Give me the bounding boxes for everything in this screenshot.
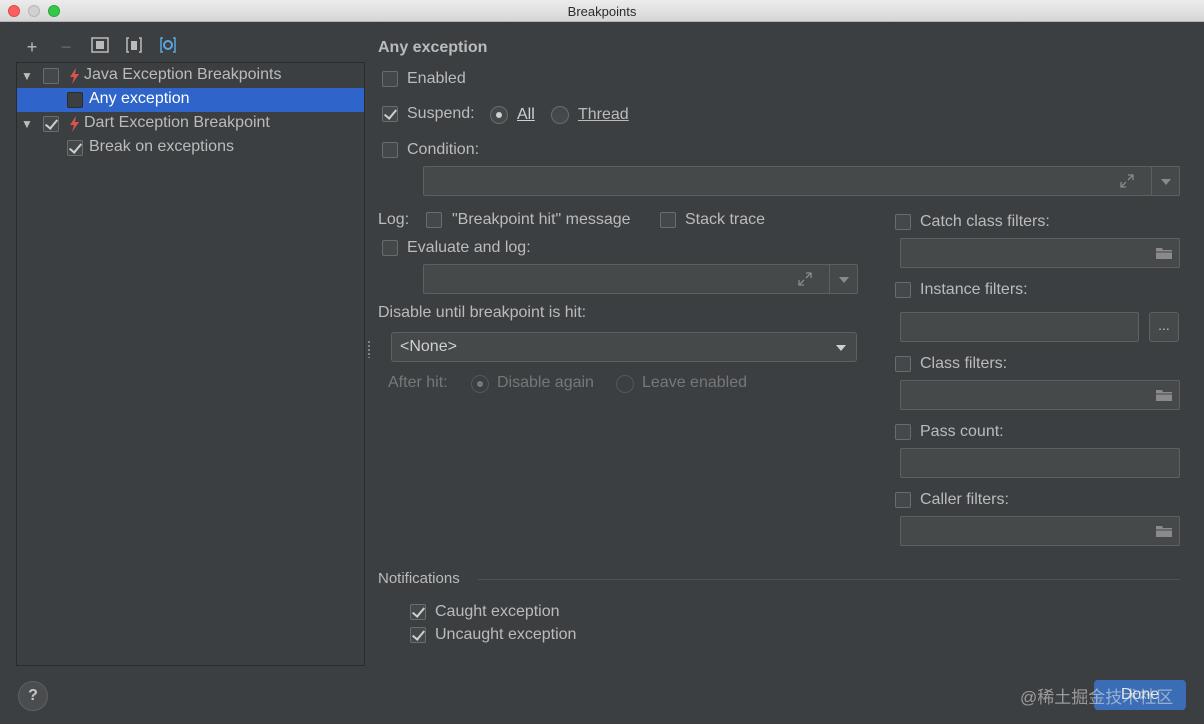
instance-filters-browse-button[interactable]: ...: [1149, 312, 1179, 342]
condition-field[interactable]: [423, 166, 1180, 196]
condition-checkbox[interactable]: [382, 142, 398, 158]
tree-item-break-on-exceptions[interactable]: Break on exceptions: [17, 136, 364, 160]
log-label: Log:: [378, 211, 410, 228]
expand-arrow-icon[interactable]: ▼: [21, 69, 33, 83]
enabled-label: Enabled: [407, 70, 466, 87]
caller-filters-label: Caller filters:: [920, 491, 1009, 508]
stack-trace-checkbox[interactable]: [660, 212, 676, 228]
instance-filters-checkbox[interactable]: [895, 282, 911, 298]
tree-item-any-exception[interactable]: Any exception: [17, 88, 364, 112]
log-message-checkbox[interactable]: [426, 212, 442, 228]
pass-count-field[interactable]: [900, 448, 1180, 478]
add-breakpoint-button[interactable]: +: [21, 36, 43, 58]
evaluate-history-dropdown[interactable]: [829, 265, 857, 293]
tree-item-label: Dart Exception Breakpoint: [84, 114, 270, 131]
breakpoints-tree[interactable]: ▼ Java Exception Breakpoints Any excepti…: [16, 62, 365, 666]
class-filters-field[interactable]: [900, 380, 1180, 410]
expand-arrow-icon[interactable]: ▼: [21, 117, 33, 131]
pass-count-checkbox[interactable]: [895, 424, 911, 440]
watermark: @稀土掘金技术社区: [1020, 688, 1174, 707]
condition-history-dropdown[interactable]: [1151, 167, 1179, 195]
expand-editor-icon[interactable]: [797, 271, 813, 287]
disable-again-radio[interactable]: [471, 375, 489, 393]
condition-label: Condition:: [407, 141, 480, 158]
group-by-class-icon[interactable]: [123, 36, 145, 58]
log-message-label: "Breakpoint hit" message: [452, 211, 631, 228]
lightning-icon: [70, 68, 79, 84]
expand-editor-icon[interactable]: [1119, 173, 1135, 189]
dart-group-checkbox[interactable]: [43, 116, 59, 132]
instance-filters-label: Instance filters:: [920, 281, 1028, 298]
any-exception-checkbox[interactable]: [67, 92, 83, 108]
folder-icon[interactable]: [1155, 524, 1173, 538]
java-group-checkbox[interactable]: [43, 68, 59, 84]
uncaught-exception-label: Uncaught exception: [435, 626, 577, 643]
lightning-icon: [70, 116, 79, 132]
disable-again-label: Disable again: [497, 374, 594, 391]
group-by-package-icon[interactable]: [157, 36, 179, 58]
caught-exception-label: Caught exception: [435, 603, 560, 620]
suspend-thread-radio[interactable]: [551, 106, 569, 124]
after-hit-label: After hit:: [388, 374, 448, 391]
group-by-file-icon[interactable]: [89, 36, 111, 58]
chevron-down-icon: [836, 345, 846, 351]
caller-filters-checkbox[interactable]: [895, 492, 911, 508]
catch-class-filters-field[interactable]: [900, 238, 1180, 268]
leave-enabled-label: Leave enabled: [642, 374, 747, 391]
folder-icon[interactable]: [1155, 388, 1173, 402]
suspend-all-radio[interactable]: [490, 106, 508, 124]
notifications-divider: [478, 579, 1180, 580]
tree-item-label: Break on exceptions: [89, 138, 234, 155]
caught-exception-checkbox[interactable]: [410, 604, 426, 620]
tree-item-dart-exception-breakpoint[interactable]: ▼ Dart Exception Breakpoint: [17, 112, 364, 136]
caller-filters-field[interactable]: [900, 516, 1180, 546]
evaluate-and-log-label: Evaluate and log:: [407, 239, 531, 256]
class-filters-checkbox[interactable]: [895, 356, 911, 372]
suspend-all-label: All: [517, 106, 535, 123]
tree-item-java-exception-breakpoints[interactable]: ▼ Java Exception Breakpoints: [17, 64, 364, 88]
uncaught-exception-checkbox[interactable]: [410, 627, 426, 643]
class-filters-label: Class filters:: [920, 355, 1008, 372]
instance-filters-field[interactable]: [900, 312, 1139, 342]
enabled-checkbox[interactable]: [382, 71, 398, 87]
folder-icon[interactable]: [1155, 246, 1173, 260]
disable-until-value: <None>: [400, 338, 457, 355]
suspend-checkbox[interactable]: [382, 106, 398, 122]
evaluate-and-log-field[interactable]: [423, 264, 858, 294]
catch-class-filters-label: Catch class filters:: [920, 213, 1050, 230]
disable-until-label: Disable until breakpoint is hit:: [378, 304, 587, 321]
help-button[interactable]: ?: [18, 681, 48, 711]
break-on-exceptions-checkbox[interactable]: [67, 140, 83, 156]
stack-trace-label: Stack trace: [685, 211, 766, 228]
suspend-label: Suspend:: [407, 105, 475, 122]
disable-until-select[interactable]: <None>: [391, 332, 857, 362]
tree-item-label: Any exception: [89, 90, 190, 107]
catch-class-filters-checkbox[interactable]: [895, 214, 911, 230]
pass-count-label: Pass count:: [920, 423, 1004, 440]
detail-heading: Any exception: [378, 39, 488, 56]
title-bar: Breakpoints: [0, 0, 1204, 22]
tree-item-label: Java Exception Breakpoints: [84, 66, 282, 83]
evaluate-and-log-checkbox[interactable]: [382, 240, 398, 256]
remove-breakpoint-button[interactable]: −: [55, 36, 77, 58]
leave-enabled-radio[interactable]: [616, 375, 634, 393]
window-title: Breakpoints: [567, 4, 637, 19]
splitter-handle[interactable]: [367, 340, 371, 358]
suspend-thread-label: Thread: [578, 106, 629, 123]
notifications-heading: Notifications: [378, 570, 460, 587]
